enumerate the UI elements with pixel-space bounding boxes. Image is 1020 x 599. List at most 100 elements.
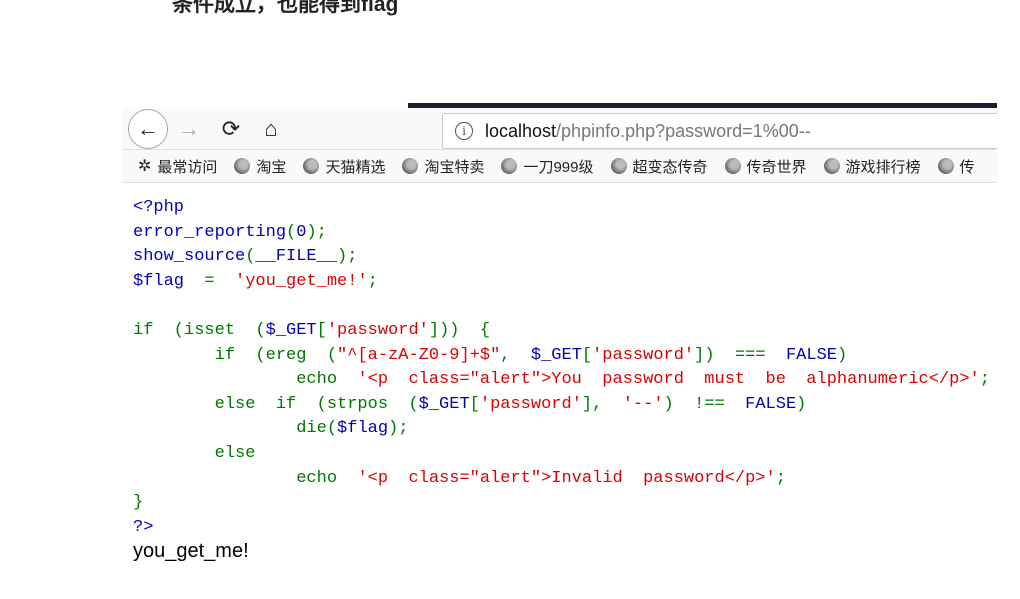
code-token: );: [337, 247, 358, 267]
bookmark-item[interactable]: 超变态传奇: [610, 156, 708, 177]
code-line: else: [133, 442, 990, 467]
code-token: $_GET: [265, 320, 317, 340]
code-token: (: [286, 222, 297, 242]
code-token: 'password': [592, 345, 695, 365]
code-token: if (isset (: [133, 320, 266, 340]
code-token: error_reporting: [133, 222, 287, 242]
code-line: if (ereg ("^[a-zA-Z0-9]+$", $_GET['passw…: [133, 344, 990, 369]
php-source-code: <?php error_reporting(0); show_source(__FI…: [133, 196, 990, 540]
bookmark-label: 天猫精选: [325, 158, 386, 176]
bookmark-item[interactable]: 淘宝特卖: [402, 156, 484, 177]
bookmark-item[interactable]: 淘宝: [234, 156, 286, 177]
browser-window: ← → ⟳ ⌂ i localhost/phpinfo.php?password…: [122, 103, 997, 599]
bookmark-item[interactable]: ✲ 最常访问: [138, 156, 217, 177]
url-host: localhost: [485, 120, 557, 141]
bookmark-label: 淘宝特卖: [424, 158, 485, 176]
code-token: "^[a-zA-Z0-9]+$": [337, 345, 501, 365]
arrow-right-icon: →: [178, 116, 200, 141]
globe-icon: [234, 158, 251, 174]
code-token: echo: [133, 370, 358, 390]
code-token: <?php: [133, 198, 185, 217]
code-line: die($flag);: [133, 417, 990, 442]
code-token: $_GET: [530, 345, 582, 365]
article-heading: 条件成立，也能得到flag: [172, 0, 399, 16]
home-button[interactable]: ⌂: [254, 112, 288, 146]
code-token: ;: [367, 271, 378, 291]
bookmark-item[interactable]: 传奇世界: [724, 156, 807, 177]
forward-button[interactable]: →: [172, 112, 206, 146]
code-line: echo '<p class="alert">You password must…: [133, 368, 990, 393]
code-token: 'password': [479, 394, 582, 414]
bookmark-label: 传: [959, 158, 975, 176]
code-token: [: [316, 320, 327, 340]
code-token: else: [133, 443, 256, 463]
code-token: $flag: [133, 271, 185, 291]
code-token: FALSE: [785, 345, 837, 365]
code-token: '<p class="alert">Invalid password</p>': [357, 468, 776, 488]
code-token: (: [245, 247, 256, 267]
globe-icon: [303, 158, 320, 174]
bookmark-item[interactable]: 游戏排行榜: [823, 156, 921, 177]
arrow-left-icon: ←: [137, 116, 159, 141]
globe-icon: [724, 158, 741, 174]
bookmark-item[interactable]: 天猫精选: [303, 156, 385, 177]
code-line: error_reporting(0);: [133, 221, 990, 246]
code-token: ,: [500, 345, 531, 365]
code-line: ?>: [133, 516, 990, 541]
url-path: /phpinfo.php?password=1%00--: [556, 120, 811, 141]
back-button[interactable]: ←: [128, 109, 168, 149]
code-token: );: [306, 222, 327, 242]
code-token: =: [184, 271, 236, 291]
info-icon[interactable]: i: [455, 122, 473, 140]
code-line: else if (strpos ($_GET['password'], '--'…: [133, 393, 990, 418]
code-token: $_GET: [418, 394, 470, 414]
code-token: echo: [133, 468, 358, 488]
code-token: show_source: [133, 247, 246, 267]
gear-icon: ✲: [138, 158, 152, 175]
code-token: $flag: [337, 419, 389, 439]
code-token: ;: [775, 468, 786, 488]
bookmark-item[interactable]: 一刀999级: [501, 156, 594, 177]
bookmark-label: 最常访问: [157, 158, 218, 176]
bookmark-label: 淘宝: [256, 158, 287, 176]
code-line: <?php: [133, 196, 990, 221]
bookmark-label: 超变态传奇: [632, 158, 708, 176]
globe-icon: [823, 158, 840, 174]
code-token: ): [836, 345, 848, 365]
code-token: FALSE: [745, 394, 797, 414]
bookmark-label: 传奇世界: [746, 158, 807, 176]
bookmark-label: 游戏排行榜: [845, 158, 921, 176]
code-token: [: [469, 394, 480, 414]
code-token: 0: [296, 222, 307, 242]
bookmark-label: 一刀999级: [523, 158, 594, 176]
nav-toolbar: ← → ⟳ ⌂ i localhost/phpinfo.php?password…: [122, 108, 997, 150]
code-token: ;: [979, 370, 990, 390]
code-line: show_source(__FILE__);: [133, 245, 990, 270]
code-token: ): [796, 394, 807, 414]
code-line: }: [133, 491, 990, 516]
globe-icon: [402, 158, 419, 174]
code-line: $flag = 'you_get_me!';: [133, 270, 990, 295]
globe-icon: [610, 158, 627, 174]
code-line: if (isset ($_GET['password'])) {: [133, 319, 990, 344]
reload-button[interactable]: ⟳: [214, 112, 248, 146]
code-token: die(: [133, 419, 338, 439]
home-icon: ⌂: [264, 116, 278, 141]
code-token: if (ereg (: [133, 345, 338, 365]
code-token: );: [388, 419, 409, 439]
url-bar[interactable]: i localhost/phpinfo.php?password=1%00--: [442, 113, 997, 149]
code-token: '<p class="alert">You password must be a…: [357, 370, 980, 390]
code-token: [: [581, 345, 593, 365]
code-token: 'you_get_me!': [235, 271, 368, 291]
code-line: echo '<p class="alert">Invalid password<…: [133, 467, 990, 492]
bookmark-item[interactable]: 传: [937, 156, 975, 177]
code-token: }: [133, 493, 144, 513]
code-token: ?>: [133, 517, 154, 537]
code-token: 'password': [326, 320, 429, 340]
code-token: ],: [581, 394, 623, 414]
code-token: else if (strpos (: [133, 394, 419, 414]
reload-icon: ⟳: [221, 116, 241, 141]
code-token: '--': [622, 394, 664, 414]
code-token: ) !==: [663, 394, 746, 414]
code-token: __FILE__: [255, 247, 338, 267]
